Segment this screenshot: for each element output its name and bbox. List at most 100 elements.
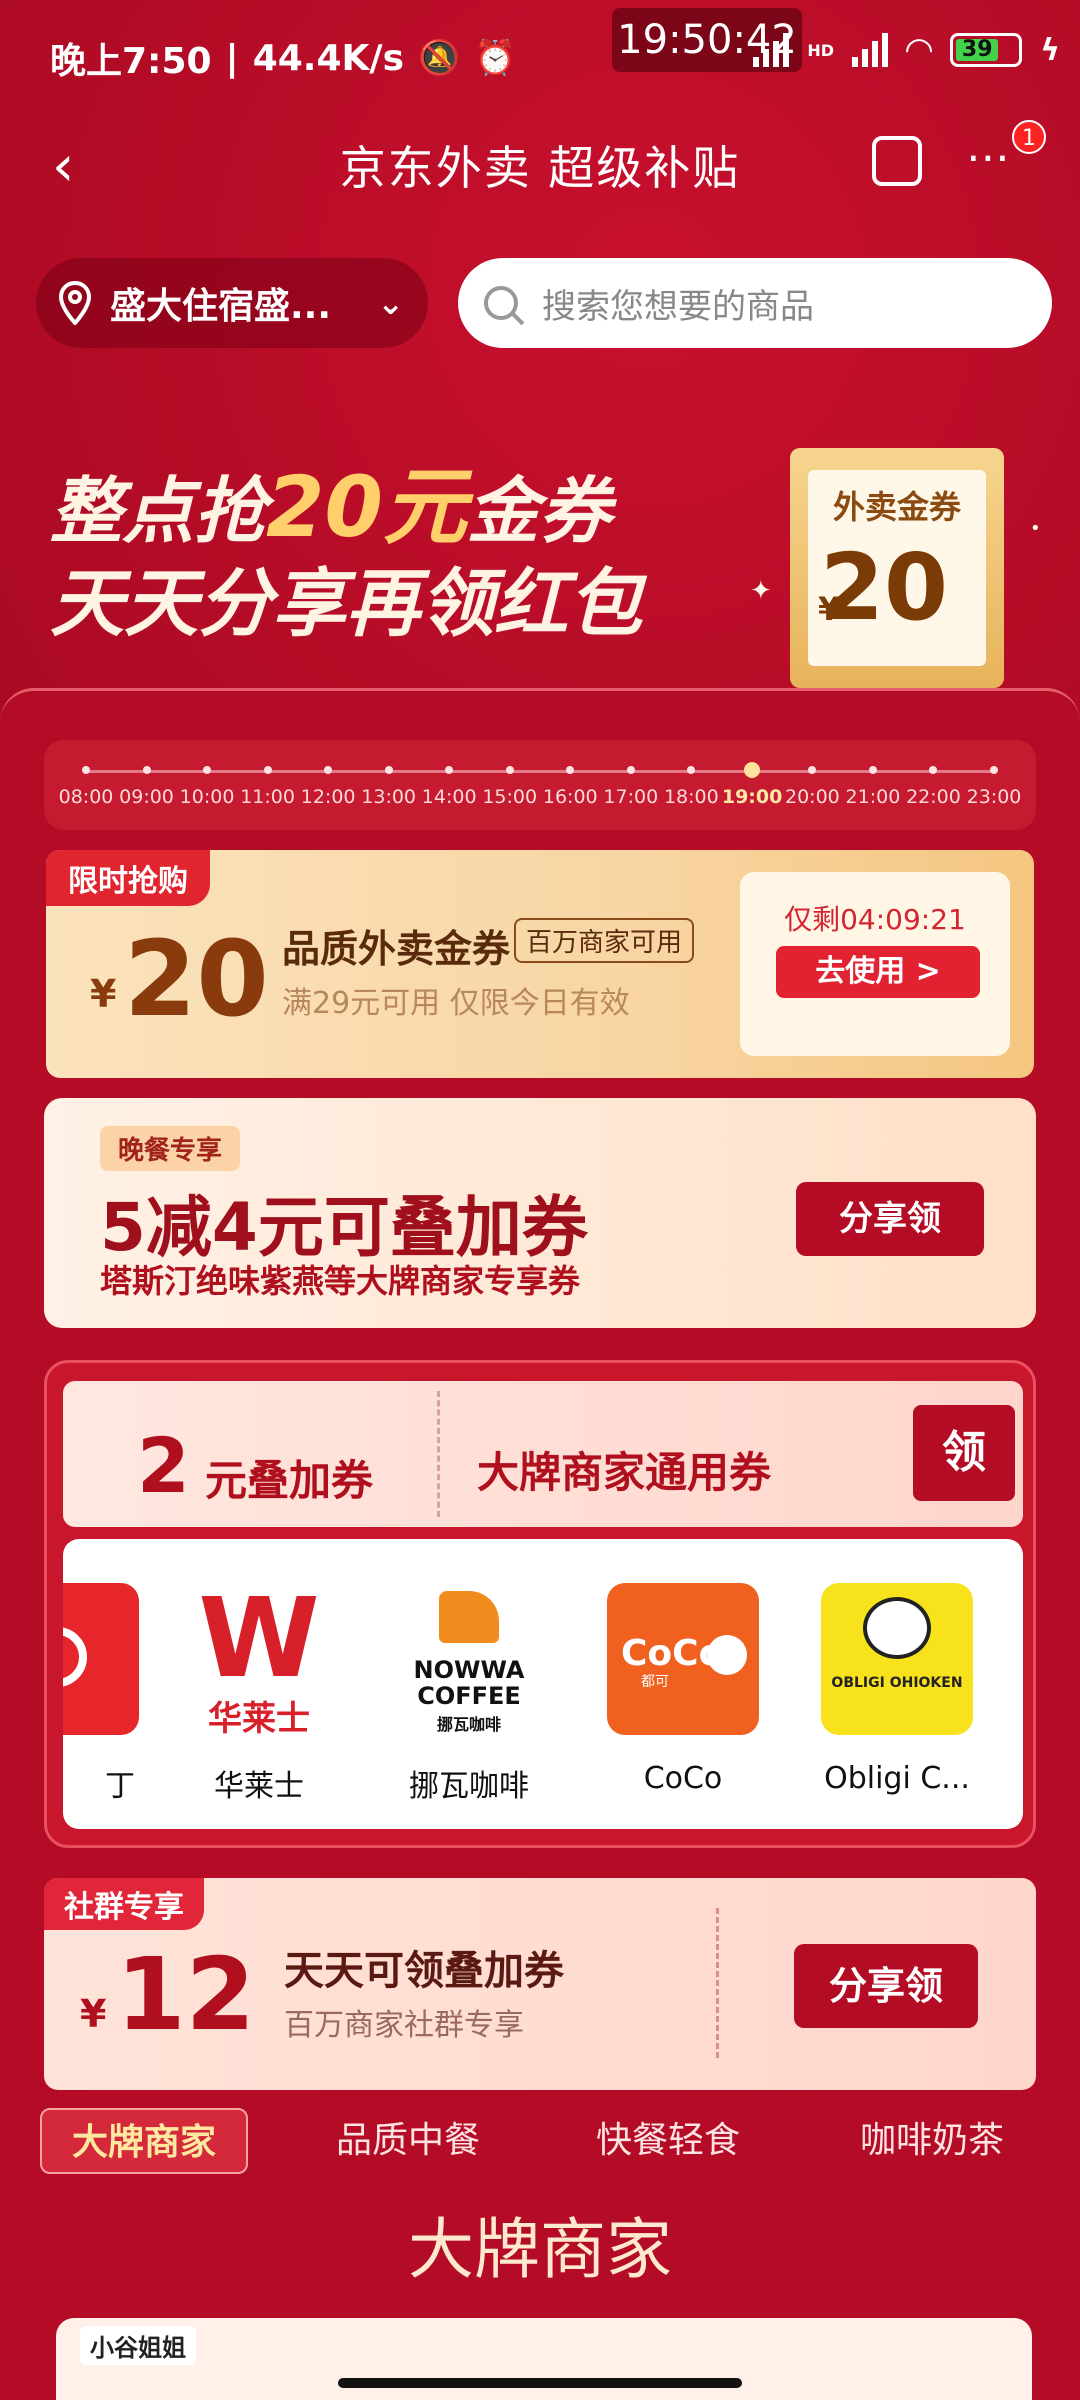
status-time: 晚上7:50 — [50, 41, 212, 82]
tab-brand-merchants[interactable]: 大牌商家 — [40, 2108, 249, 2174]
timeline-tick[interactable]: 16:00 — [540, 740, 600, 808]
claim-button[interactable]: 领 — [913, 1405, 1015, 1501]
network-speed: 44.4K/s — [252, 37, 404, 79]
timeline-dot — [808, 766, 817, 774]
hero-line1-post: 金券 — [466, 469, 611, 553]
community-tag: 社群专享 — [44, 1878, 204, 1930]
timeline-label: 23:00 — [966, 786, 1022, 808]
share-claim-button[interactable]: 分享领 — [796, 1182, 984, 1256]
brand-item[interactable]: NOWWA COFFEE 挪瓦咖啡 挪瓦咖啡 — [391, 1583, 547, 1805]
countdown-text: 仅剩04:09:21 — [784, 903, 966, 936]
timeline-dot — [384, 766, 393, 774]
timeline-label: 22:00 — [906, 786, 961, 808]
tab-coffee-tea[interactable]: 咖啡奶茶 — [860, 2108, 1004, 2174]
timeline-label: 15:00 — [482, 786, 538, 808]
battery-icon: 39 — [950, 33, 1023, 67]
timeline-dot — [990, 766, 998, 774]
timeline-tick[interactable]: 20:00 — [782, 740, 842, 808]
timeline-tick[interactable]: 08:00 — [56, 740, 116, 808]
dinner-tag: 晚餐专享 — [100, 1126, 241, 1171]
obligi-logo-text: OBLIGI OHIOKEN — [831, 1675, 963, 1691]
timeline-dot — [324, 766, 333, 774]
flash-coupon[interactable]: 限时抢购 ¥ 20 品质外卖金券 百万商家可用 满29元可用 仅限今日有效 仅剩… — [46, 850, 1034, 1078]
brand-item[interactable]: CoCo 都可 CoCo — [605, 1583, 761, 1796]
tab-fast-food[interactable]: 快餐轻食 — [596, 2108, 740, 2174]
timeline-tick[interactable]: 22:00 — [903, 740, 963, 808]
wifi-icon: ◠ — [906, 30, 933, 70]
timeline-dot — [929, 766, 938, 774]
timeline-tick[interactable]: 09:00 — [117, 740, 177, 808]
timeline-dot — [687, 766, 696, 774]
universal-label: 大牌商家通用券 — [477, 1448, 772, 1497]
timeline-tick[interactable]: 23:00 — [964, 740, 1024, 808]
wallace-logo-text: 华莱士 — [208, 1699, 310, 1735]
timeline-label: 16:00 — [542, 786, 598, 808]
obligi-logo-icon: OBLIGI OHIOKEN — [821, 1583, 973, 1735]
coco-logo-icon: CoCo 都可 — [607, 1583, 759, 1735]
notification-badge: 1 — [1012, 120, 1046, 154]
coupon-divider — [716, 1908, 719, 2058]
wallace-logo-icon: W 华莱士 — [183, 1583, 335, 1735]
share-claim-button[interactable]: 分享领 — [794, 1944, 978, 2028]
timeline-tick[interactable]: 11:00 — [238, 740, 298, 808]
brand-carousel[interactable]: 丁 W 华莱士 华莱士 NOWWA COFFEE 挪瓦咖啡 挪瓦咖啡 CoCo 都可… — [63, 1539, 1023, 1829]
timeline-tick[interactable]: 18:00 — [661, 740, 721, 808]
nowwa-text-1: NOWWA — [413, 1656, 525, 1684]
brand-item[interactable]: W 华莱士 华莱士 — [181, 1583, 337, 1805]
tastien-logo-icon — [63, 1583, 139, 1735]
gold-coupon-title: 外卖金券 — [832, 488, 961, 526]
more-icon[interactable]: ⋯ — [966, 132, 1012, 183]
timeline-tick[interactable]: 17:00 — [601, 740, 661, 808]
share-icon[interactable] — [872, 136, 922, 186]
hero-line-2: 天天分享再领红包 — [50, 561, 642, 647]
timeline-label: 14:00 — [421, 786, 477, 808]
timeline-label: 17:00 — [603, 786, 659, 808]
timeline-tick[interactable]: 12:00 — [298, 740, 358, 808]
stack-coupon-box: 2 元叠加券 大牌商家通用券 领 丁 W 华莱士 华莱士 NOWWA COFFEE… — [44, 1360, 1036, 1848]
community-title: 天天可领叠加券 — [284, 1948, 564, 1994]
timeline-tick[interactable]: 19:00 — [722, 740, 782, 808]
timeline-label: 09:00 — [119, 786, 174, 808]
search-input[interactable]: 搜索您想要的商品 — [458, 258, 1052, 348]
timeline-label: 19:00 — [721, 786, 783, 808]
timeline-label: 13:00 — [361, 786, 417, 808]
coco-logo-cn: 都可 — [641, 1674, 669, 1690]
use-coupon-button[interactable]: 去使用 > — [776, 946, 980, 998]
timeline-dot — [82, 766, 90, 774]
coupon-divider — [437, 1391, 440, 1517]
gold-coupon-card: 外卖金券 ¥ 20 — [790, 448, 1004, 688]
search-placeholder: 搜索您想要的商品 — [542, 286, 814, 327]
location-selector[interactable]: 盛大住宿盛... ⌄ — [36, 258, 428, 348]
timeline-tick[interactable]: 10:00 — [177, 740, 237, 808]
category-tabs: 大牌商家 品质中餐 快餐轻食 咖啡奶茶 — [40, 2108, 1050, 2178]
timeline-tick[interactable]: 14:00 — [419, 740, 479, 808]
sparkle-icon: ✦ — [750, 576, 772, 606]
coupon-currency: ¥ — [80, 1992, 107, 2036]
community-subtitle: 百万商家社群专享 — [284, 2008, 524, 2043]
timeline-tick[interactable]: 21:00 — [843, 740, 903, 808]
stack-amount-label: 元叠加券 — [205, 1456, 374, 1505]
home-indicator[interactable] — [338, 2378, 742, 2388]
flash-tag: 限时抢购 — [46, 850, 210, 906]
tab-quality-chinese[interactable]: 品质中餐 — [336, 2108, 480, 2174]
timeline-dot — [505, 766, 514, 774]
brand-item[interactable]: 丁 — [63, 1583, 141, 1805]
battery-level: 39 — [956, 39, 999, 61]
nav-bar: ‹ 京东外卖 超级补贴 ⋯ 1 — [0, 110, 1080, 220]
timeline-tick[interactable]: 13:00 — [359, 740, 419, 808]
timeline-dot — [445, 766, 454, 774]
brand-item[interactable]: OBLIGI OHIOKEN Obligi C... — [819, 1583, 975, 1796]
location-text: 盛大住宿盛... — [110, 286, 332, 327]
section-title: 大牌商家 — [408, 2211, 672, 2288]
coupon-value: 20 — [124, 918, 269, 1040]
timeline-tick[interactable]: 15:00 — [480, 740, 540, 808]
coupon-right-stub: 仅剩04:09:21 去使用 > — [740, 872, 1010, 1056]
hourly-timeline[interactable]: 08:00 09:00 10:00 11:00 12:00 13:00 14:00 15:00… — [44, 740, 1036, 830]
chevron-down-icon: ⌄ — [377, 284, 404, 322]
coupon-name: 品质外卖金券 — [282, 927, 511, 971]
signal-icon — [753, 33, 790, 67]
sparkle-icon: • — [1030, 518, 1041, 539]
brand-label: 华莱士 — [214, 1769, 304, 1804]
nowwa-logo-icon: NOWWA COFFEE 挪瓦咖啡 — [393, 1583, 545, 1735]
coupon-pill: 百万商家可用 — [514, 918, 695, 963]
